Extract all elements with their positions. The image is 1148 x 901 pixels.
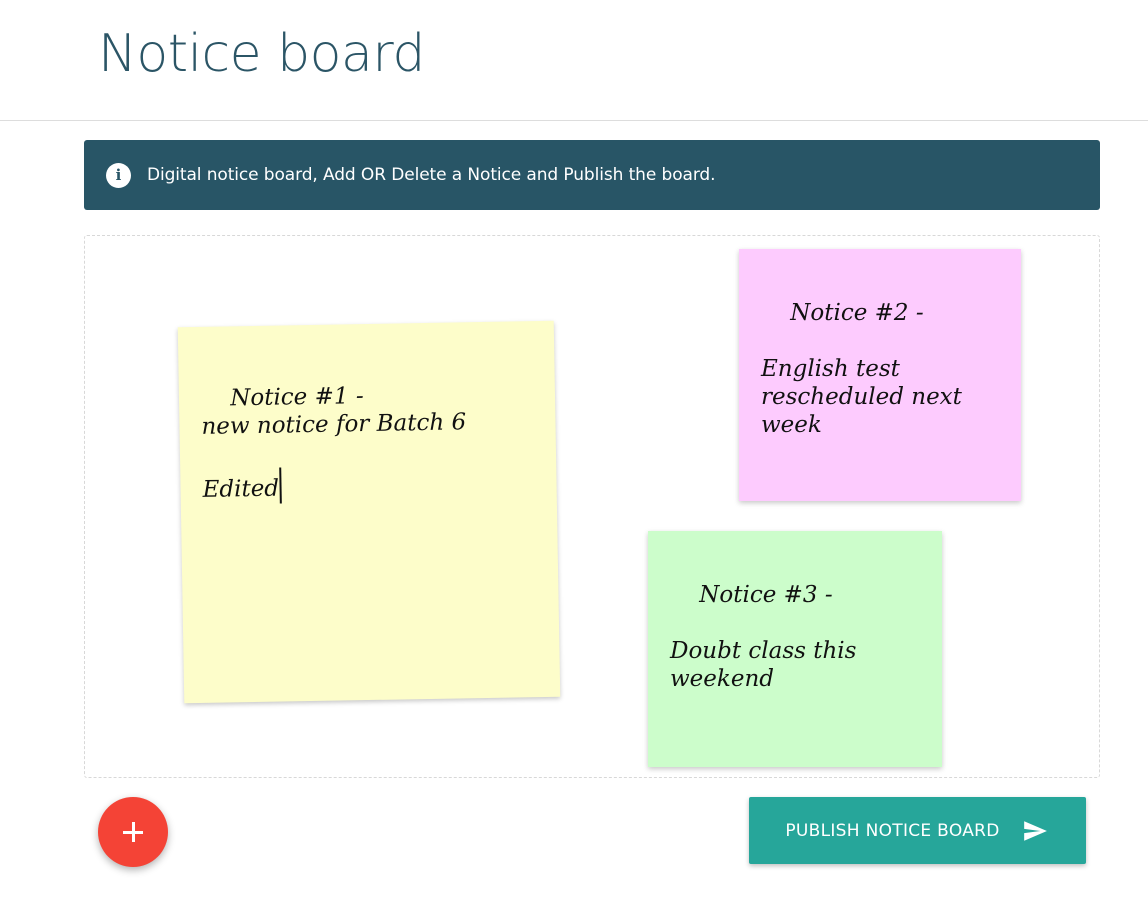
notice-3-text[interactable]: Notice #3 - Doubt class this weekend (670, 582, 856, 692)
notice-card-1[interactable]: Notice #1 - new notice for Batch 6 Edite… (177, 320, 561, 704)
publish-notice-board-button[interactable]: PUBLISH NOTICE BOARD (749, 797, 1086, 864)
notice-card-3[interactable]: Notice #3 - Doubt class this weekend (648, 531, 942, 767)
add-notice-button[interactable] (98, 797, 168, 867)
info-banner-text: Digital notice board, Add OR Delete a No… (147, 165, 716, 185)
notice-2-text[interactable]: Notice #2 - English test rescheduled nex… (761, 300, 962, 438)
notice-1-text[interactable]: Notice #1 - new notice for Batch 6 Edite… (201, 383, 466, 503)
notice-card-2[interactable]: Notice #2 - English test rescheduled nex… (739, 249, 1021, 501)
info-banner: i Digital notice board, Add OR Delete a … (84, 140, 1100, 210)
page-title: Notice board (98, 24, 425, 84)
header: Notice board (0, 0, 1148, 121)
text-cursor (279, 467, 283, 504)
plus-icon (123, 822, 143, 842)
notice-board-area: Notice #1 - new notice for Batch 6 Edite… (84, 235, 1100, 778)
publish-button-label: PUBLISH NOTICE BOARD (785, 820, 1000, 841)
send-icon (1023, 820, 1047, 841)
info-icon: i (106, 162, 131, 188)
